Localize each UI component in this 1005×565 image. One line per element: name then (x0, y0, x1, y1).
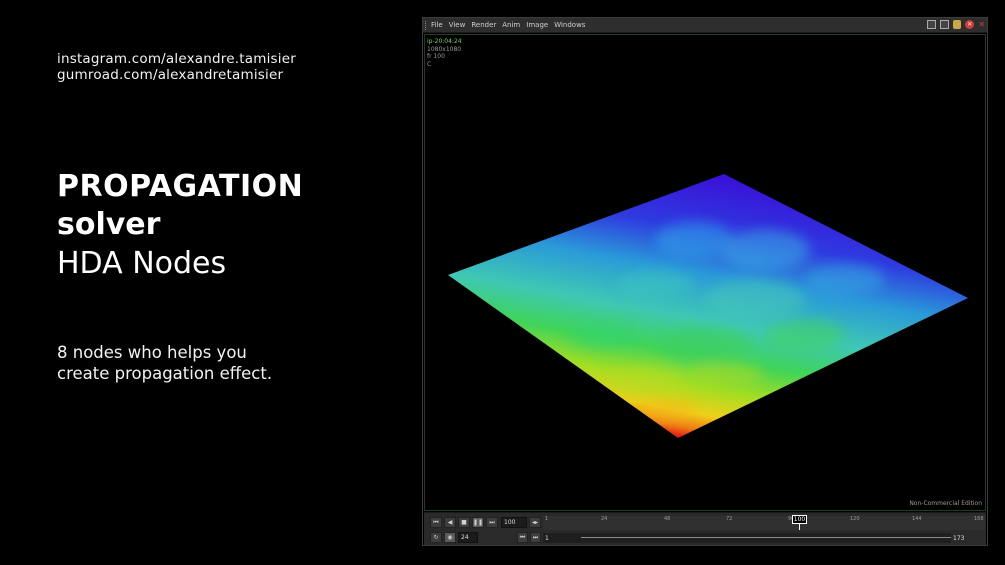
playbar: ⏮ ◀ ■ ❚❚ ⏭ 100 ◂▸ 1 24 48 72 96 120 144 … (424, 512, 986, 545)
gumroad-link[interactable]: gumroad.com/alexandretamisier (57, 67, 296, 83)
realtime-icon[interactable]: ◉ (444, 532, 456, 543)
instagram-link[interactable]: instagram.com/alexandre.tamisier (57, 51, 296, 67)
timeline-ruler[interactable]: 1 24 48 72 96 120 144 168 100 (543, 515, 985, 530)
play-reverse-button[interactable]: ◀ (444, 517, 456, 528)
grip-handle[interactable] (425, 21, 429, 30)
tick-label: 48 (664, 516, 671, 522)
tick-label: 1 (545, 516, 549, 522)
slide-title: PROPAGATION solver HDA Nodes (57, 168, 303, 284)
menu-file[interactable]: File (431, 21, 443, 29)
stop-button[interactable]: ■ (458, 517, 470, 528)
frame-range-slider[interactable]: 1 (543, 533, 951, 543)
slide-description: 8 nodes who helps you create propagation… (57, 343, 273, 383)
title-hda-nodes: HDA Nodes (57, 246, 227, 281)
range-start-button[interactable]: ⏮ (517, 532, 528, 543)
tick-label: 168 (974, 516, 984, 522)
range-fill (581, 537, 951, 538)
range-end-value: 173 (953, 535, 965, 542)
render-view-window: File View Render Anim Image Windows ✕ ✕ … (422, 17, 988, 546)
layout-icon[interactable] (927, 20, 937, 29)
tick-label: 24 (601, 516, 608, 522)
tick-label: 72 (726, 516, 733, 522)
tick-label: 144 (912, 516, 922, 522)
menu-windows[interactable]: Windows (554, 21, 585, 29)
close-icon[interactable]: ✕ (978, 20, 985, 29)
jump-end-button[interactable]: ⏭ (486, 517, 498, 528)
fps-field[interactable]: 24 (458, 532, 478, 543)
render-viewport[interactable]: ip-20:04:24 1080x1080 fr 100 C Non-Comme… (424, 34, 986, 511)
title-solver: solver (57, 207, 161, 242)
jump-start-button[interactable]: ⏮ (430, 517, 442, 528)
edition-label: Non-Commercial Edition (909, 500, 982, 507)
pause-button[interactable]: ❚❚ (472, 517, 484, 528)
range-end-button[interactable]: ⏭ (530, 532, 541, 543)
current-frame-field[interactable]: 100 (501, 517, 527, 528)
title-propagation: PROPAGATION (57, 169, 304, 204)
pin-icon[interactable] (953, 20, 962, 29)
menu-render[interactable]: Render (471, 21, 496, 29)
menu-bar: File View Render Anim Image Windows ✕ ✕ (423, 18, 987, 33)
social-links: instagram.com/alexandre.tamisier gumroad… (57, 51, 296, 83)
frame-cursor[interactable]: 100 (792, 515, 807, 524)
propagation-plane-render (448, 174, 968, 438)
range-start-value: 1 (545, 535, 549, 542)
save-image-icon[interactable] (940, 20, 950, 29)
step-frame-button[interactable]: ◂▸ (529, 517, 541, 528)
menu-anim[interactable]: Anim (502, 21, 520, 29)
tick-label: 120 (850, 516, 860, 522)
frame-cursor-line (799, 524, 800, 530)
loop-icon[interactable]: ↻ (430, 532, 442, 543)
menu-view[interactable]: View (449, 21, 466, 29)
menu-image[interactable]: Image (526, 21, 548, 29)
stop-render-icon[interactable]: ✕ (965, 20, 975, 29)
